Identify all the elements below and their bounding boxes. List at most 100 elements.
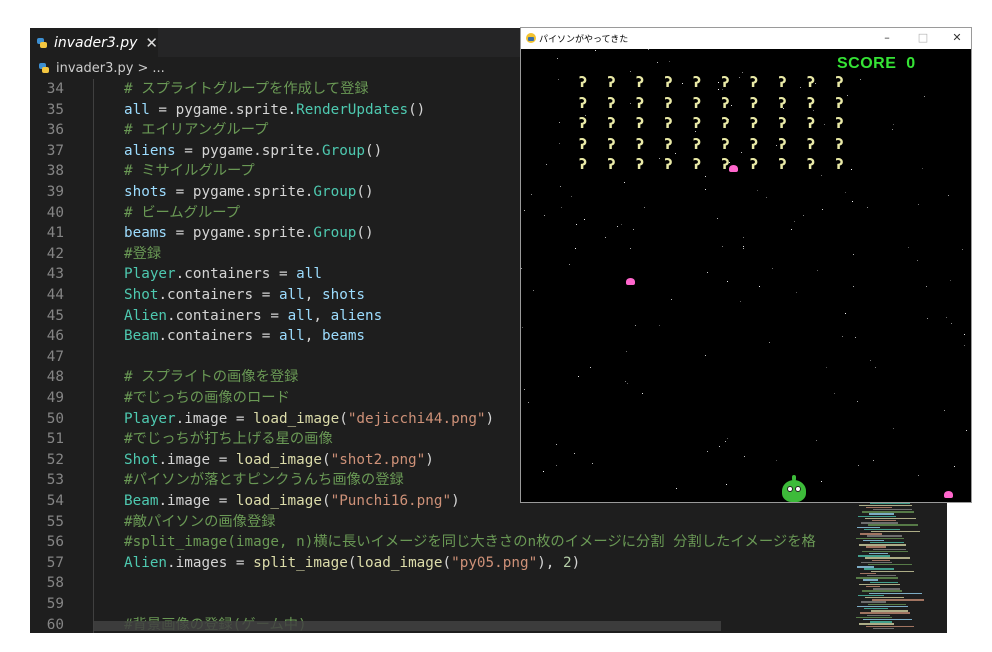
- horizontal-scrollbar[interactable]: [93, 621, 721, 631]
- python-alien: ʔ: [835, 116, 844, 132]
- minimap-line: [857, 566, 874, 568]
- python-alien: ʔ: [636, 136, 645, 153]
- code-line[interactable]: 57 Alien.images = split_image(load_image(…: [30, 553, 947, 574]
- code-token: .images =: [167, 554, 254, 571]
- star: [626, 351, 627, 352]
- python-alien: ʔ: [579, 136, 588, 153]
- star: [575, 248, 576, 249]
- player-body: [782, 480, 806, 502]
- breadcrumb-symbols[interactable]: ...: [152, 61, 164, 76]
- code-token: all: [278, 287, 305, 303]
- python-alien: ʔ: [664, 95, 673, 112]
- star: [718, 89, 719, 90]
- minimize-button[interactable]: –: [877, 30, 897, 46]
- code-text: Player.image = load_image("dejicchi44.pn…: [124, 409, 494, 430]
- python-alien: ʔ: [636, 75, 645, 91]
- star: [908, 247, 909, 248]
- python-alien: ʔ: [607, 75, 616, 91]
- line-number: 35: [46, 101, 64, 118]
- code-line[interactable]: 58: [30, 573, 947, 594]
- code-token: # スプライトの画像を登録: [124, 369, 299, 386]
- minimap-line: [873, 627, 894, 630]
- star: [893, 428, 894, 429]
- game-playfield[interactable]: SCORE 0 ʔʔʔʔʔʔʔʔʔʔʔʔʔʔʔʔʔʔʔʔʔʔʔʔʔʔʔʔʔʔʔʔ…: [521, 49, 971, 502]
- minimap-line: [873, 548, 906, 550]
- star: [852, 201, 853, 202]
- star: [559, 122, 560, 123]
- star: [845, 313, 846, 314]
- star: [635, 325, 636, 326]
- minimap[interactable]: [852, 498, 940, 633]
- code-token: (: [321, 493, 331, 509]
- minimap-line: [861, 522, 898, 524]
- star: [918, 204, 919, 205]
- code-token: Player: [124, 266, 176, 283]
- code-line[interactable]: 59: [30, 594, 947, 615]
- line-number: 45: [46, 307, 64, 324]
- python-alien: ʔ: [636, 116, 645, 132]
- star: [950, 280, 951, 281]
- star: [739, 77, 740, 78]
- star: [571, 196, 572, 197]
- star: [625, 381, 626, 382]
- code-text: # エイリアングループ: [124, 120, 268, 141]
- star: [676, 488, 677, 489]
- maximize-button[interactable]: □: [913, 30, 933, 46]
- star: [743, 248, 744, 249]
- minimap-line: [866, 506, 892, 509]
- star: [743, 246, 744, 247]
- tab-label: invader3.py: [54, 34, 138, 51]
- star: [948, 195, 949, 196]
- minimap-line: [866, 586, 880, 588]
- code-text: shots = pygame.sprite.Group(): [124, 182, 374, 203]
- star: [705, 355, 706, 356]
- star: [845, 192, 846, 193]
- star: [821, 481, 822, 482]
- window-titlebar[interactable]: パイソンがやってきた – □ ✕: [521, 28, 971, 49]
- python-alien: ʔ: [807, 75, 816, 91]
- code-token: "dejicchi44.png": [347, 410, 486, 427]
- minimap-line: [856, 616, 892, 619]
- star: [707, 272, 708, 273]
- star: [528, 402, 529, 403]
- tab-invader3[interactable]: invader3.py ✕: [30, 28, 158, 57]
- minimap-line: [864, 568, 894, 570]
- code-text: # ミサイルグループ: [124, 161, 255, 182]
- python-file-icon: [39, 63, 49, 73]
- code-token: .containers =: [158, 287, 279, 303]
- code-token: split_image: [253, 554, 348, 571]
- python-file-icon: [37, 37, 47, 48]
- code-token: .image =: [158, 451, 236, 468]
- code-line[interactable]: 56 #split_image(image, n)横に長いイメージを同じ大きさのn…: [30, 532, 947, 553]
- star: [776, 145, 777, 146]
- star: [842, 336, 843, 337]
- code-token: ): [451, 493, 460, 509]
- code-token: # ミサイルグループ: [124, 163, 255, 180]
- close-button[interactable]: ✕: [947, 30, 967, 46]
- star: [657, 62, 658, 63]
- code-text: Beam.image = load_image("Punchi16.png"): [124, 491, 460, 512]
- star: [769, 342, 770, 343]
- breadcrumb-file[interactable]: invader3.py: [56, 61, 133, 76]
- code-token: #でじっちが打ち上げる星の画像: [124, 431, 333, 448]
- python-alien: ʔ: [778, 75, 787, 91]
- code-text: Shot.image = load_image("shot2.png"): [124, 450, 434, 471]
- code-token: load_image: [235, 493, 322, 509]
- code-token: = pygame.sprite.: [149, 101, 297, 118]
- player-eye: [787, 486, 793, 492]
- python-alien: ʔ: [664, 116, 673, 132]
- line-number: 34: [46, 81, 64, 97]
- line-number: 46: [46, 328, 64, 345]
- minimap-line: [870, 502, 910, 504]
- star: [743, 237, 744, 238]
- code-token: ): [425, 451, 434, 468]
- close-tab-icon[interactable]: ✕: [145, 34, 158, 52]
- line-number: 38: [46, 163, 64, 180]
- minimap-line: [863, 539, 884, 542]
- line-number: 60: [46, 616, 64, 633]
- python-alien: ʔ: [664, 136, 673, 153]
- code-line[interactable]: 55 #敵パイソンの画像登録: [30, 512, 947, 533]
- code-token: ,: [304, 287, 322, 303]
- line-number: 50: [46, 410, 64, 427]
- code-token: Beam: [124, 493, 159, 509]
